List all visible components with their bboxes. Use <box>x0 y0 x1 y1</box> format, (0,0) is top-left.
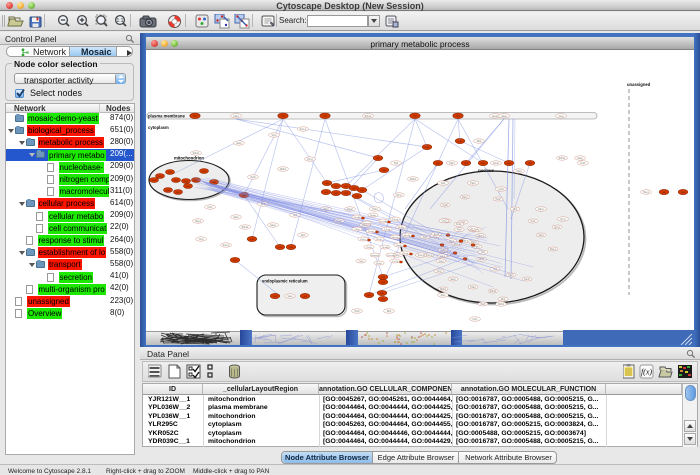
svg-text:Eno2: Eno2 <box>493 163 499 165</box>
svg-text:Hsp-p: Hsp-p <box>643 192 650 194</box>
svg-text:cytoplasm: cytoplasm <box>148 125 169 130</box>
svg-text:Fba1: Fba1 <box>233 116 239 118</box>
svg-text:Sthm1: Sthm1 <box>559 157 566 160</box>
svg-text:Mdh1: Mdh1 <box>440 289 446 291</box>
svg-text:Ysh1p: Ysh1p <box>384 229 391 231</box>
svg-text:Yk-nd8: Yk-nd8 <box>354 217 362 219</box>
svg-text:Yol-p: Yol-p <box>436 271 442 273</box>
svg-text:Smp-nd: Smp-nd <box>371 255 379 257</box>
svg-text:Smc-p: Smc-p <box>453 244 460 246</box>
svg-text:Gal-p: Gal-p <box>236 143 242 145</box>
svg-text:1:1: 1:1 <box>117 18 124 24</box>
svg-text:Sthm1: Sthm1 <box>242 226 249 229</box>
svg-text:Tef1: Tef1 <box>441 183 446 185</box>
svg-text:Yol-p: Yol-p <box>438 261 444 263</box>
svg-text:Mdh1: Mdh1 <box>410 179 416 181</box>
svg-text:Pet9: Pet9 <box>457 229 462 232</box>
svg-text:Cft2p: Cft2p <box>358 260 364 263</box>
svg-text:Hsp-p: Hsp-p <box>550 249 557 251</box>
svg-text:Smc-p: Smc-p <box>300 129 307 131</box>
svg-text:Yk-nd8: Yk-nd8 <box>382 247 390 249</box>
svg-text:Qcr-p: Qcr-p <box>396 194 402 197</box>
svg-text:Eno2: Eno2 <box>434 234 440 236</box>
svg-text:Gci-nd8: Gci-nd8 <box>387 255 395 257</box>
svg-text:Cor1: Cor1 <box>581 162 587 165</box>
svg-text:plasma membrane: plasma membrane <box>148 114 185 119</box>
svg-text:Mdh1: Mdh1 <box>498 304 504 306</box>
svg-text:Hca4p: Hca4p <box>404 235 411 237</box>
svg-text:Idh2: Idh2 <box>387 311 392 313</box>
svg-text:Idh2: Idh2 <box>501 299 506 301</box>
svg-text:Pet9: Pet9 <box>481 303 486 306</box>
svg-text:Ysh1p: Ysh1p <box>392 261 399 263</box>
svg-text:Tef1: Tef1 <box>394 163 399 165</box>
svg-text:Cor1: Cor1 <box>208 206 214 209</box>
svg-text:Eno2: Eno2 <box>524 279 530 281</box>
svg-text:Gal-p: Gal-p <box>577 158 583 160</box>
svg-text:Pet9: Pet9 <box>251 176 256 179</box>
svg-text:Rpl-p: Rpl-p <box>538 209 544 211</box>
svg-text:Sthm1: Sthm1 <box>193 152 200 155</box>
svg-text:Pet9: Pet9 <box>496 198 501 201</box>
svg-text:Rpl-p: Rpl-p <box>463 241 469 243</box>
svg-text:Gal-p: Gal-p <box>501 116 507 118</box>
svg-text:Stp4p: Stp4p <box>370 214 376 217</box>
svg-text:Ssa1: Ssa1 <box>287 296 293 298</box>
svg-text:Gal-p: Gal-p <box>450 279 456 281</box>
svg-text:Atp4: Atp4 <box>301 234 306 237</box>
svg-text:Fip1p: Fip1p <box>360 239 366 241</box>
svg-text:Fba1: Fba1 <box>516 171 522 173</box>
svg-text:Atp4: Atp4 <box>441 294 446 297</box>
svg-text:Stp4p: Stp4p <box>396 244 402 247</box>
svg-text:Cft2p: Cft2p <box>354 228 360 231</box>
svg-text:Cyb2: Cyb2 <box>441 221 447 223</box>
svg-text:Pta1p: Pta1p <box>376 262 382 265</box>
svg-text:Idh2: Idh2 <box>513 209 518 211</box>
svg-text:Ykl-nd: Ykl-nd <box>392 219 399 221</box>
svg-text:Sthm1: Sthm1 <box>490 290 497 293</box>
svg-text:Gal-p: Gal-p <box>270 225 276 227</box>
svg-text:Qcr-p: Qcr-p <box>560 218 566 221</box>
svg-text:Smc-p: Smc-p <box>426 255 433 257</box>
svg-text:Cor1: Cor1 <box>531 220 537 223</box>
svg-text:Pet9: Pet9 <box>355 310 360 313</box>
svg-text:Cor1: Cor1 <box>473 318 479 321</box>
svg-text:Yol-p: Yol-p <box>271 135 277 137</box>
svg-text:Pta1p: Pta1p <box>368 230 374 233</box>
svg-text:Qcr-p: Qcr-p <box>554 226 560 229</box>
svg-text:Fba1: Fba1 <box>372 209 378 211</box>
svg-text:Eno2: Eno2 <box>492 116 498 118</box>
svg-text:mitochondrion: mitochondrion <box>174 156 204 161</box>
svg-text:Gci-nd8: Gci-nd8 <box>379 221 387 223</box>
svg-text:Sthm1: Sthm1 <box>365 115 372 118</box>
svg-text:endoplasmic reticulum: endoplasmic reticulum <box>262 279 308 284</box>
svg-text:Fba1: Fba1 <box>470 287 476 289</box>
svg-text:Pgk1: Pgk1 <box>470 183 476 185</box>
svg-text:Pgk1: Pgk1 <box>449 163 455 165</box>
svg-text:Yth1p: Yth1p <box>366 246 372 249</box>
svg-text:Mdh1: Mdh1 <box>479 259 485 261</box>
svg-text:Mpe1p: Mpe1p <box>392 237 399 239</box>
svg-text:Rpl-p: Rpl-p <box>462 197 468 199</box>
svg-text:Ykl-nd: Ykl-nd <box>402 253 409 255</box>
svg-text:Idh2: Idh2 <box>477 141 482 143</box>
svg-text:Cyb2: Cyb2 <box>498 189 504 191</box>
svg-text:Fba1: Fba1 <box>456 224 462 226</box>
svg-text:Mdh1: Mdh1 <box>280 169 286 171</box>
svg-text:Ref2p: Ref2p <box>398 227 405 229</box>
svg-text:Yol-p: Yol-p <box>558 116 564 118</box>
svg-text:Hsp-p: Hsp-p <box>195 221 202 223</box>
svg-text:Qcr-p: Qcr-p <box>307 158 313 161</box>
svg-text:Smp-nd: Smp-nd <box>363 223 371 225</box>
svg-text:unassigned: unassigned <box>627 82 651 87</box>
svg-text:Pfs2p: Pfs2p <box>376 239 382 241</box>
svg-text:Cyb2: Cyb2 <box>442 205 448 207</box>
svg-text:Qcr-p: Qcr-p <box>470 227 476 230</box>
svg-text:Ssa1: Ssa1 <box>233 217 239 219</box>
svg-text:Yol-p: Yol-p <box>198 239 204 241</box>
svg-text:Ssa1: Ssa1 <box>538 235 544 237</box>
svg-text:f(x): f(x) <box>641 368 652 377</box>
svg-text:Smc-p: Smc-p <box>223 245 230 247</box>
